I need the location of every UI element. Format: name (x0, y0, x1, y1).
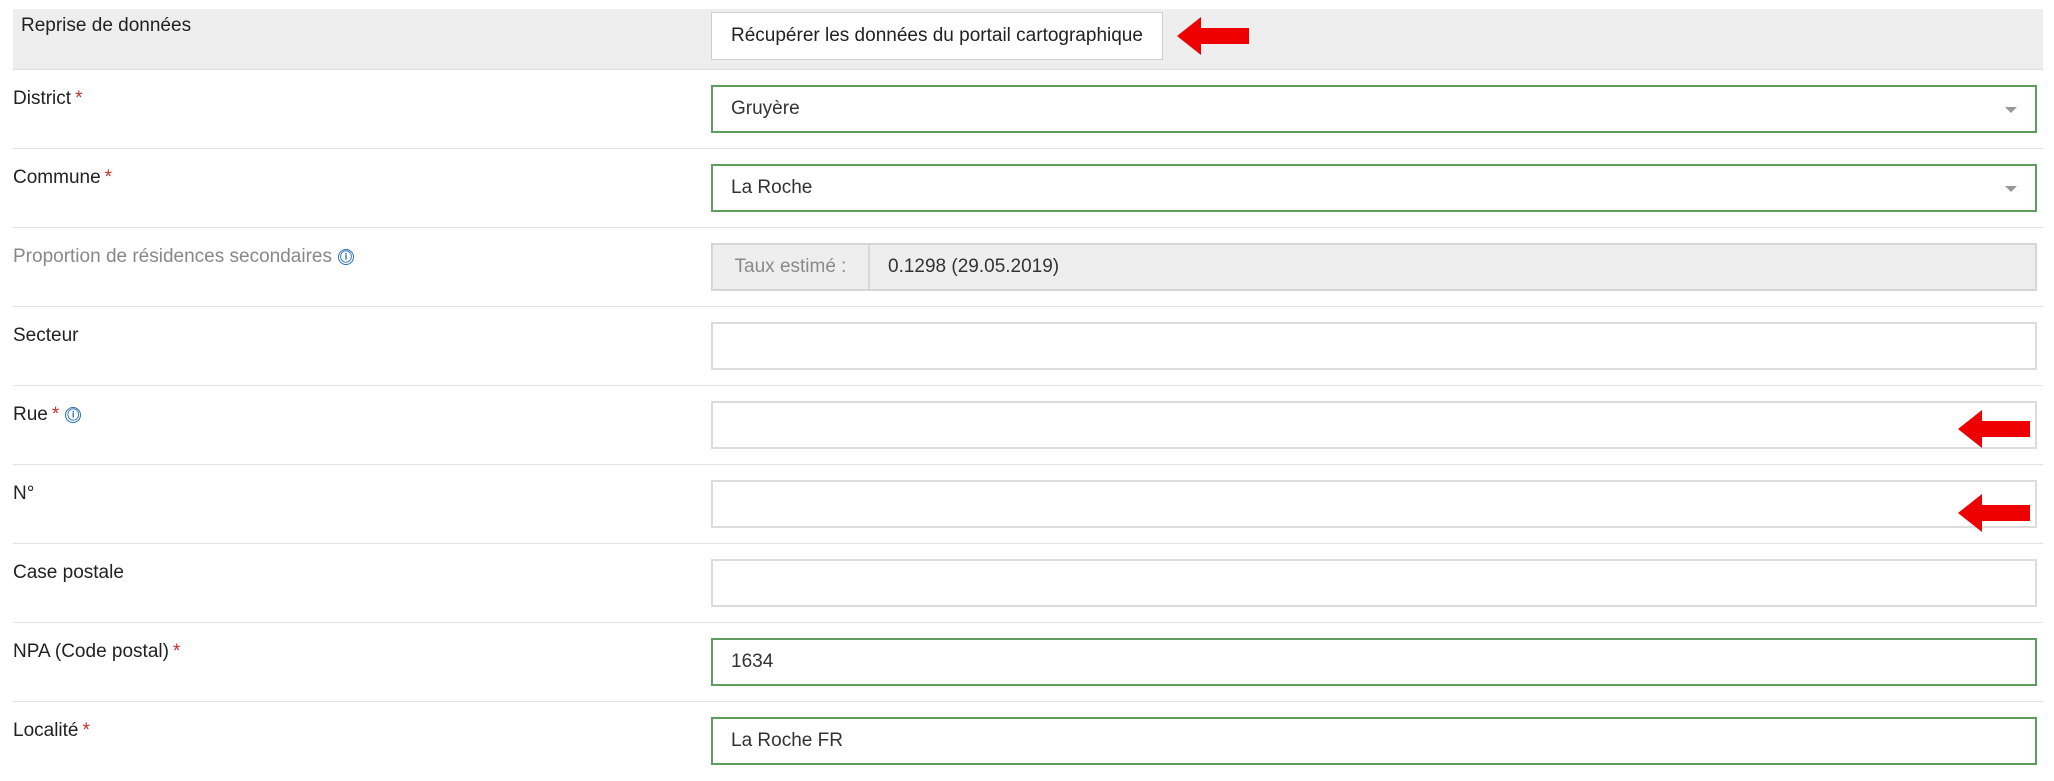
row-case-postale: Case postale (13, 544, 2043, 623)
estimated-rate-value: 0.1298 (29.05.2019) (888, 256, 1060, 277)
label-commune: Commune * (13, 167, 112, 189)
required-marker: * (172, 641, 181, 662)
estimated-rate-field: Taux estimé : 0.1298 (29.05.2019) (711, 243, 2037, 291)
address-form: Reprise de données Récupérer les données… (13, 9, 2043, 781)
label-npa: NPA (Code postal) * (13, 641, 180, 663)
label-rue: Rue * ⓘ (13, 404, 82, 426)
row-rue: Rue * ⓘ (13, 386, 2043, 465)
row-npa: NPA (Code postal) * 1634 (13, 623, 2043, 702)
row-commune: Commune * La Roche (13, 149, 2043, 228)
label-proportion-residences-secondaires: Proportion de résidences secondaires ⓘ (13, 246, 354, 268)
row-proportion-residences-secondaires: Proportion de résidences secondaires ⓘ Ta… (13, 228, 2043, 307)
label-district: District * (13, 88, 82, 110)
label-reprise-donnees: Reprise de données (21, 15, 191, 37)
label-proportion-text: Proportion de résidences secondaires (13, 246, 332, 267)
secteur-input[interactable] (711, 322, 2037, 370)
red-arrow-left-icon (1958, 494, 2030, 532)
label-secteur: Secteur (13, 325, 78, 347)
numero-input[interactable] (711, 480, 2037, 528)
label-localite: Localité * (13, 720, 90, 742)
row-secteur: Secteur (13, 307, 2043, 386)
localite-input[interactable]: La Roche FR (711, 717, 2037, 765)
estimated-rate-addon: Taux estimé : (713, 245, 870, 289)
label-reprise-text: Reprise de données (21, 15, 192, 36)
red-arrow-left-icon (1958, 410, 2030, 448)
commune-select[interactable]: La Roche (711, 164, 2037, 212)
row-district: District * Gruyère (13, 70, 2043, 149)
label-case-postale: Case postale (13, 562, 124, 584)
fetch-map-portal-data-button[interactable]: Récupérer les données du portail cartogr… (711, 12, 1163, 60)
commune-selected-value: La Roche (731, 177, 813, 198)
label-rue-text: Rue (13, 404, 48, 425)
caret-down-icon (2005, 186, 2017, 192)
label-case-postale-text: Case postale (13, 562, 124, 583)
required-marker: * (82, 720, 90, 741)
required-marker: * (75, 88, 83, 109)
label-district-text: District (13, 88, 72, 109)
required-marker: * (104, 167, 113, 188)
label-secteur-text: Secteur (13, 325, 79, 346)
npa-input[interactable]: 1634 (711, 638, 2037, 686)
label-npa-text: NPA (Code postal) (13, 641, 169, 662)
row-localite: Localité * La Roche FR (13, 702, 2043, 781)
rue-input[interactable] (711, 401, 2037, 449)
row-numero: N° (13, 465, 2043, 544)
info-circle-icon[interactable]: ⓘ (65, 407, 82, 423)
label-numero: N° (13, 483, 34, 505)
district-selected-value: Gruyère (731, 98, 800, 119)
red-arrow-left-icon (1177, 17, 1249, 55)
case-postale-input[interactable] (711, 559, 2037, 607)
label-localite-text: Localité (13, 720, 79, 741)
label-commune-text: Commune (13, 167, 101, 188)
row-reprise-donnees: Reprise de données Récupérer les données… (13, 9, 2043, 70)
caret-down-icon (2005, 107, 2017, 113)
district-select[interactable]: Gruyère (711, 85, 2037, 133)
label-numero-text: N° (13, 483, 35, 504)
required-marker: * (51, 404, 60, 425)
info-circle-icon[interactable]: ⓘ (337, 249, 354, 265)
